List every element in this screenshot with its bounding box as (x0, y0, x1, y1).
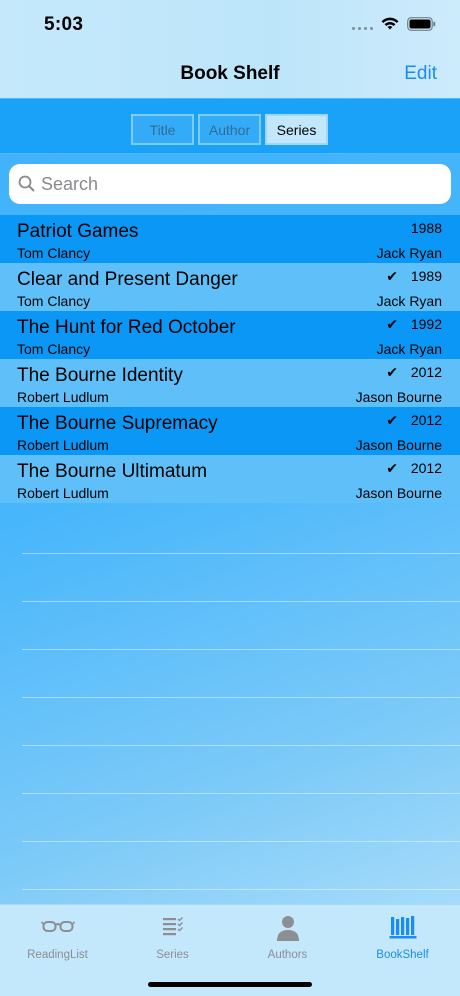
book-year: 1988 (410, 220, 442, 236)
book-row[interactable]: The Bourne Ultimatum ✔ 2012 Robert Ludlu… (0, 455, 460, 503)
book-year: 1989 (410, 268, 442, 284)
book-series: Jason Bourne (355, 485, 442, 501)
status-time: 5:03 (44, 14, 84, 35)
book-title: The Hunt for Red October (17, 317, 236, 338)
book-year: 1992 (410, 316, 442, 332)
tab-authors[interactable]: Authors (230, 911, 345, 963)
book-author: Robert Ludlum (17, 437, 109, 453)
book-author: Robert Ludlum (17, 389, 109, 405)
book-author: Tom Clancy (17, 245, 91, 261)
tab-label: Series (156, 949, 189, 961)
tab-bookshelf[interactable]: BookShelf (345, 911, 460, 963)
segment-title[interactable]: Title (131, 114, 194, 145)
tab-label: ReadingList (27, 949, 88, 961)
book-title: The Bourne Supremacy (17, 413, 218, 434)
row-separator (22, 649, 460, 650)
book-title: Patriot Games (17, 221, 139, 242)
search-icon (18, 175, 35, 192)
bookshelf-icon (389, 916, 416, 939)
status-bar: 5:03 (0, 0, 460, 50)
book-year: 2012 (410, 412, 442, 428)
read-checkmark-icon: ✔ (386, 460, 398, 476)
book-title: Clear and Present Danger (17, 269, 238, 290)
book-series: Jason Bourne (355, 389, 442, 405)
row-separator (22, 841, 460, 842)
book-row[interactable]: The Hunt for Red October ✔ 1992 Tom Clan… (0, 311, 460, 359)
read-checkmark-icon: ✔ (386, 316, 398, 332)
book-list: Patriot Games 1988 Tom Clancy Jack Ryan … (0, 215, 460, 503)
tab-readinglist[interactable]: ReadingList (0, 911, 115, 963)
row-separator (22, 745, 460, 746)
tab-series[interactable]: Series (115, 911, 230, 963)
page-title: Book Shelf (180, 63, 280, 84)
read-checkmark-icon: ✔ (386, 412, 398, 428)
book-author: Robert Ludlum (17, 485, 109, 501)
search-input[interactable] (41, 164, 441, 204)
edit-button[interactable]: Edit (404, 63, 437, 85)
sort-segmented-control: Title Author Series (131, 114, 328, 145)
search-bar[interactable] (9, 164, 451, 204)
book-row[interactable]: The Bourne Identity ✔ 2012 Robert Ludlum… (0, 359, 460, 407)
row-separator (22, 889, 460, 890)
home-indicator[interactable] (148, 982, 312, 987)
read-checkmark-icon: ✔ (386, 268, 398, 284)
book-row[interactable]: Patriot Games 1988 Tom Clancy Jack Ryan (0, 215, 460, 263)
book-row[interactable]: The Bourne Supremacy ✔ 2012 Robert Ludlu… (0, 407, 460, 455)
book-author: Tom Clancy (17, 341, 91, 357)
book-title: The Bourne Ultimatum (17, 461, 208, 482)
row-separator (22, 793, 460, 794)
book-series: Jack Ryan (376, 341, 442, 357)
wifi-icon (381, 17, 399, 30)
cellular-signal-icon (352, 18, 373, 30)
book-title: The Bourne Identity (17, 365, 183, 386)
segment-author[interactable]: Author (198, 114, 261, 145)
tab-label: Authors (267, 949, 308, 961)
book-year: 2012 (410, 364, 442, 380)
segment-series[interactable]: Series (265, 114, 328, 145)
row-separator (22, 553, 460, 554)
book-series: Jack Ryan (376, 293, 442, 309)
status-icons (352, 16, 436, 31)
row-separator (22, 697, 460, 698)
book-row[interactable]: Clear and Present Danger ✔ 1989 Tom Clan… (0, 263, 460, 311)
book-series: Jason Bourne (355, 437, 442, 453)
glasses-icon (40, 921, 75, 932)
checklist-icon (162, 917, 183, 936)
person-icon (276, 916, 299, 941)
tab-label: BookShelf (376, 949, 429, 961)
navigation-bar: Book Shelf Edit (0, 50, 460, 98)
sort-segment-bar: Title Author Series (0, 98, 460, 154)
row-separator (22, 601, 460, 602)
book-year: 2012 (410, 460, 442, 476)
read-checkmark-icon: ✔ (386, 364, 398, 380)
battery-icon (407, 16, 436, 31)
book-author: Tom Clancy (17, 293, 91, 309)
book-series: Jack Ryan (376, 245, 442, 261)
